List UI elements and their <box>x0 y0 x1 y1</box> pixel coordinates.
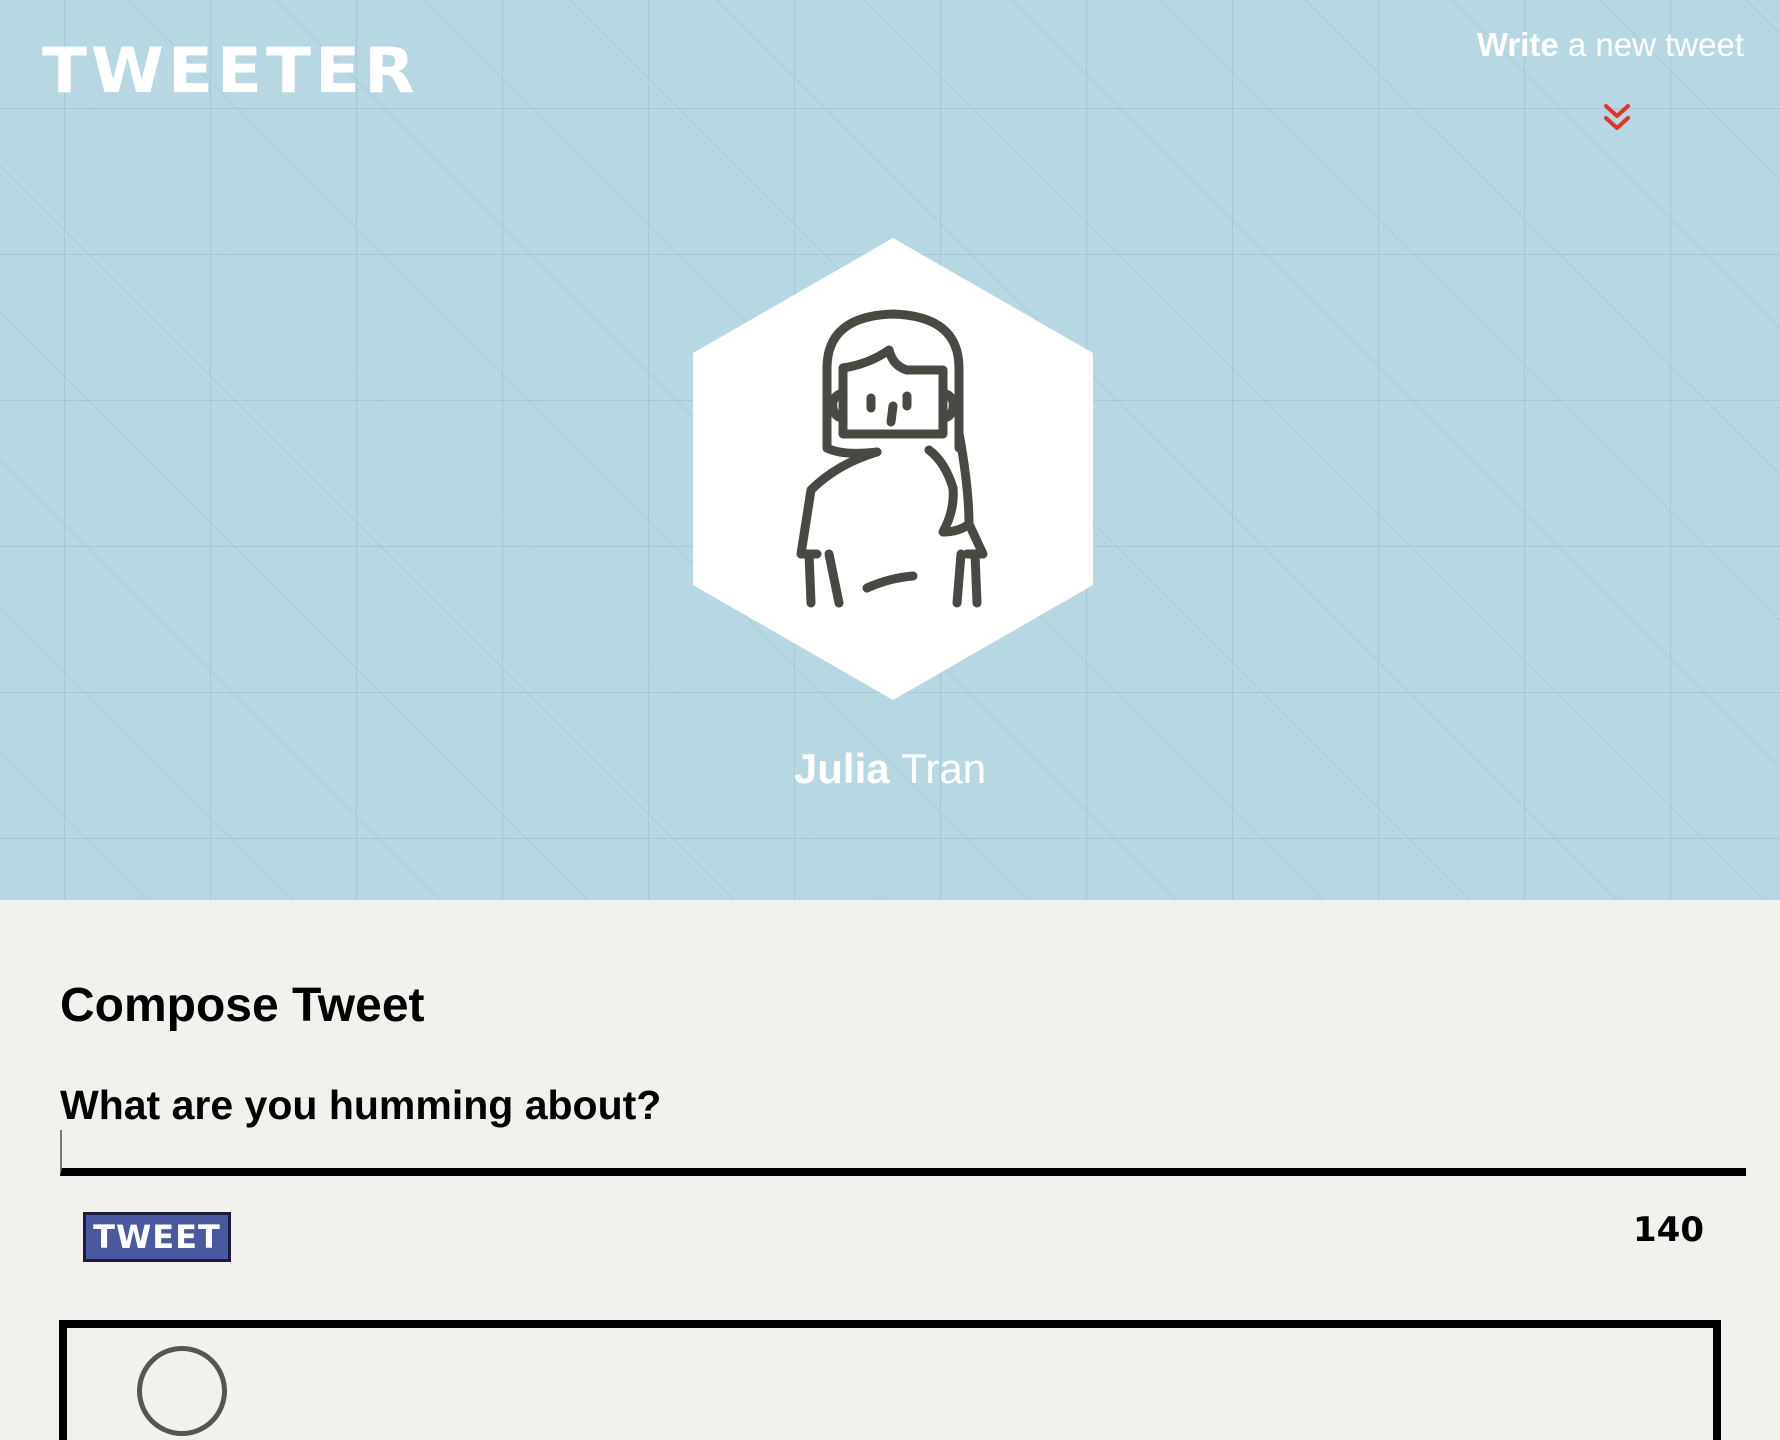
compose-prompt: What are you humming about? <box>60 1082 662 1128</box>
app-logo[interactable]: TWEETER <box>42 39 419 103</box>
tweet-button[interactable]: TWEET <box>83 1212 231 1262</box>
double-chevron-down-icon[interactable] <box>1600 100 1634 134</box>
woman-avatar-icon <box>693 238 1093 700</box>
compose-title: Compose Tweet <box>60 979 425 1032</box>
character-counter: 140 <box>1633 1210 1704 1250</box>
avatar <box>137 1346 227 1436</box>
compose-section: Compose Tweet What are you humming about… <box>60 978 1746 1262</box>
write-new-tweet-link[interactable]: Write a new tweet <box>1477 26 1744 64</box>
profile-name: Julia Tran <box>0 745 1780 793</box>
write-label-bold: Write <box>1476 26 1559 63</box>
first-name: Julia <box>793 745 890 792</box>
last-name: Tran <box>901 745 987 792</box>
tweet-card <box>59 1320 1721 1440</box>
tweet-input[interactable] <box>60 1130 1746 1176</box>
profile-header: TWEETER Write a new tweet Julia Tran <box>0 0 1780 900</box>
write-label-rest: a new tweet <box>1558 26 1744 63</box>
